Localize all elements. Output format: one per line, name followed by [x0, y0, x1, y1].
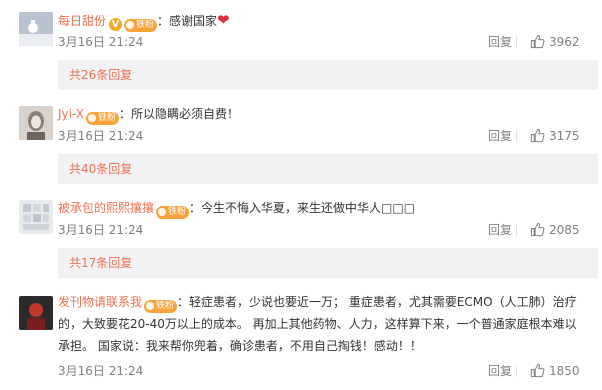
comment-text: ：感谢国家	[157, 14, 218, 28]
comment-text-line-2: 的，大致要花20-40万以上的成本。 再加上其他药物、人力，这样算下来，一个普通…	[58, 317, 577, 331]
avatar[interactable]	[19, 296, 53, 330]
divider	[516, 224, 517, 236]
heart-icon: ❤	[217, 11, 230, 29]
comment-text-line-1: ：轻症患者，少说也要近一万； 重症患者，尤其需要ECMO（人工肺）治疗	[177, 295, 577, 309]
thumbs-up-icon	[530, 363, 545, 378]
more-replies-link[interactable]: 共17条回复	[69, 255, 132, 271]
username[interactable]: 发刊物请联系我	[58, 295, 142, 309]
thumbs-up-icon	[530, 34, 545, 49]
like-count: 2085	[549, 223, 580, 237]
reply-button[interactable]: 回复	[488, 363, 512, 379]
reply-button[interactable]: 回复	[488, 128, 512, 144]
more-replies-bar: 共26条回复	[58, 60, 598, 90]
reply-button[interactable]: 回复	[488, 34, 512, 50]
more-replies-link[interactable]: 共26条回复	[69, 67, 132, 83]
comment-header: 被承包的熙熙攘攘 铁粉 ：今生不悔入华夏，来生还做中华人□□□	[58, 200, 415, 219]
avatar-image-icon	[19, 200, 53, 234]
like-count: 3962	[549, 35, 580, 49]
comment-text: ：今生不悔入华夏，来生还做中华人□□□	[189, 201, 416, 215]
more-replies-bar: 共40条回复	[58, 154, 598, 184]
avatar-image-icon	[19, 296, 53, 330]
like-button[interactable]: 2085	[530, 222, 580, 238]
fan-badge: 铁粉	[156, 206, 190, 219]
avatar-image-icon	[19, 12, 53, 46]
avatar[interactable]	[19, 12, 53, 46]
comment-date: 3月16日 21:24	[58, 223, 144, 237]
divider	[516, 130, 517, 142]
comment-date: 3月16日 21:24	[58, 129, 144, 143]
avatar-image-icon	[19, 106, 53, 140]
reply-button[interactable]: 回复	[488, 222, 512, 238]
like-count: 3175	[549, 129, 580, 143]
comment-feed: 每日甜份 V 铁粉 ：感谢国家❤ 3月16日 21:24 回复 3962 共26条回复…	[0, 0, 602, 390]
comment-header: 发刊物请联系我 铁粉 ：轻症患者，少说也要近一万； 重症患者，尤其需要ECMO（人工…	[58, 294, 577, 313]
thumbs-up-icon	[530, 128, 545, 143]
avatar[interactable]	[19, 200, 53, 234]
username[interactable]: Jyi-X	[58, 107, 84, 121]
more-replies-bar: 共17条回复	[58, 248, 598, 278]
fan-badge: 铁粉	[85, 112, 119, 125]
username[interactable]: 每日甜份	[58, 14, 106, 28]
fan-badge: 铁粉	[144, 300, 178, 313]
comment-date: 3月16日 21:24	[58, 35, 144, 49]
comment-date: 3月16日 21:24	[58, 364, 144, 378]
comment-text-line-3: 承担。 国家说：我来帮你兜着，确诊患者，不用自己掏钱！感动！！	[58, 339, 422, 353]
like-button[interactable]: 1850	[530, 363, 580, 379]
comment-text: ：所以隐瞒必须自费！	[118, 107, 239, 121]
like-count: 1850	[549, 364, 580, 378]
divider	[516, 365, 517, 377]
divider	[516, 36, 517, 48]
comment-header: 每日甜份 V 铁粉 ：感谢国家❤	[58, 12, 230, 32]
like-button[interactable]: 3175	[530, 128, 580, 144]
avatar[interactable]	[19, 106, 53, 140]
fan-badge: 铁粉	[124, 19, 158, 32]
more-replies-link[interactable]: 共40条回复	[69, 161, 132, 177]
username[interactable]: 被承包的熙熙攘攘	[58, 201, 154, 215]
thumbs-up-icon	[530, 222, 545, 237]
verified-badge-icon: V	[109, 18, 123, 31]
comment-header: Jyi-X 铁粉 ：所以隐瞒必须自费！	[58, 106, 239, 125]
like-button[interactable]: 3962	[530, 34, 580, 50]
